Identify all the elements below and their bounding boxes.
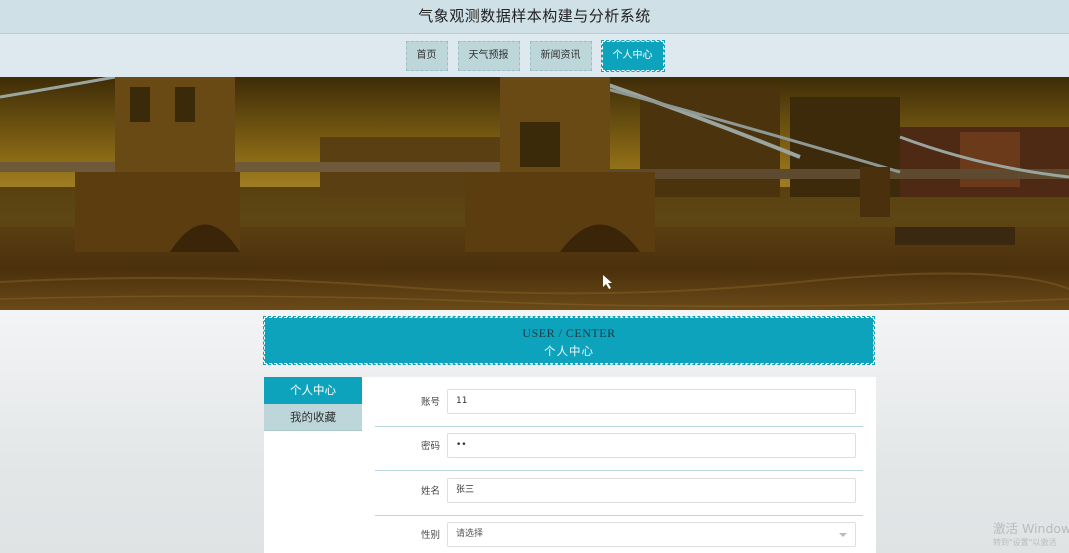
name-label: 姓名 xyxy=(420,486,440,497)
banner-image xyxy=(0,77,1069,310)
watermark-line2: 转到"设置"以激活 xyxy=(993,538,1057,547)
form-row-gender: 性别 请选择 xyxy=(375,516,863,553)
nav-home[interactable]: 首页 xyxy=(405,40,448,71)
windows-activation-watermark: 激活 Windows 转到"设置"以激活 xyxy=(993,521,1069,548)
user-center-title-en: USER / CENTER xyxy=(522,326,616,340)
password-label: 密码 xyxy=(420,441,440,452)
user-center-header: USER / CENTER 个人中心 xyxy=(263,316,875,365)
nav-news[interactable]: 新闻资讯 xyxy=(529,40,592,71)
side-menu: 个人中心 我的收藏 xyxy=(264,377,362,553)
watermark-line1: 激活 Windows xyxy=(993,521,1069,536)
site-header: 气象观测数据样本构建与分析系统 xyxy=(0,0,1069,34)
site-title: 气象观测数据样本构建与分析系统 xyxy=(418,7,651,25)
gender-label: 性别 xyxy=(420,530,440,541)
gender-selected-value: 请选择 xyxy=(456,529,484,539)
password-input[interactable]: •• xyxy=(447,433,856,458)
form-row-name: 姓名 张三 xyxy=(375,472,863,516)
main-nav: 首页 天气预报 新闻资讯 个人中心 xyxy=(0,34,1069,77)
form-row-password: 密码 •• xyxy=(375,427,863,471)
gender-select[interactable]: 请选择 xyxy=(447,522,856,547)
user-center-title-cn: 个人中心 xyxy=(544,344,594,358)
side-item-user-center[interactable]: 个人中心 xyxy=(264,377,362,404)
tower-bridge-photo xyxy=(0,77,1069,310)
nav-user-center[interactable]: 个人中心 xyxy=(600,39,665,72)
chevron-down-icon xyxy=(839,533,847,537)
side-item-favorites[interactable]: 我的收藏 xyxy=(264,404,362,431)
profile-form: 账号 11 密码 •• 姓名 张三 性别 请选择 xyxy=(362,377,876,553)
name-input[interactable]: 张三 xyxy=(447,478,856,503)
account-input[interactable]: 11 xyxy=(447,389,856,414)
nav-weather-forecast[interactable]: 天气预报 xyxy=(457,40,520,71)
form-row-account: 账号 11 xyxy=(375,383,863,427)
account-label: 账号 xyxy=(420,397,440,408)
